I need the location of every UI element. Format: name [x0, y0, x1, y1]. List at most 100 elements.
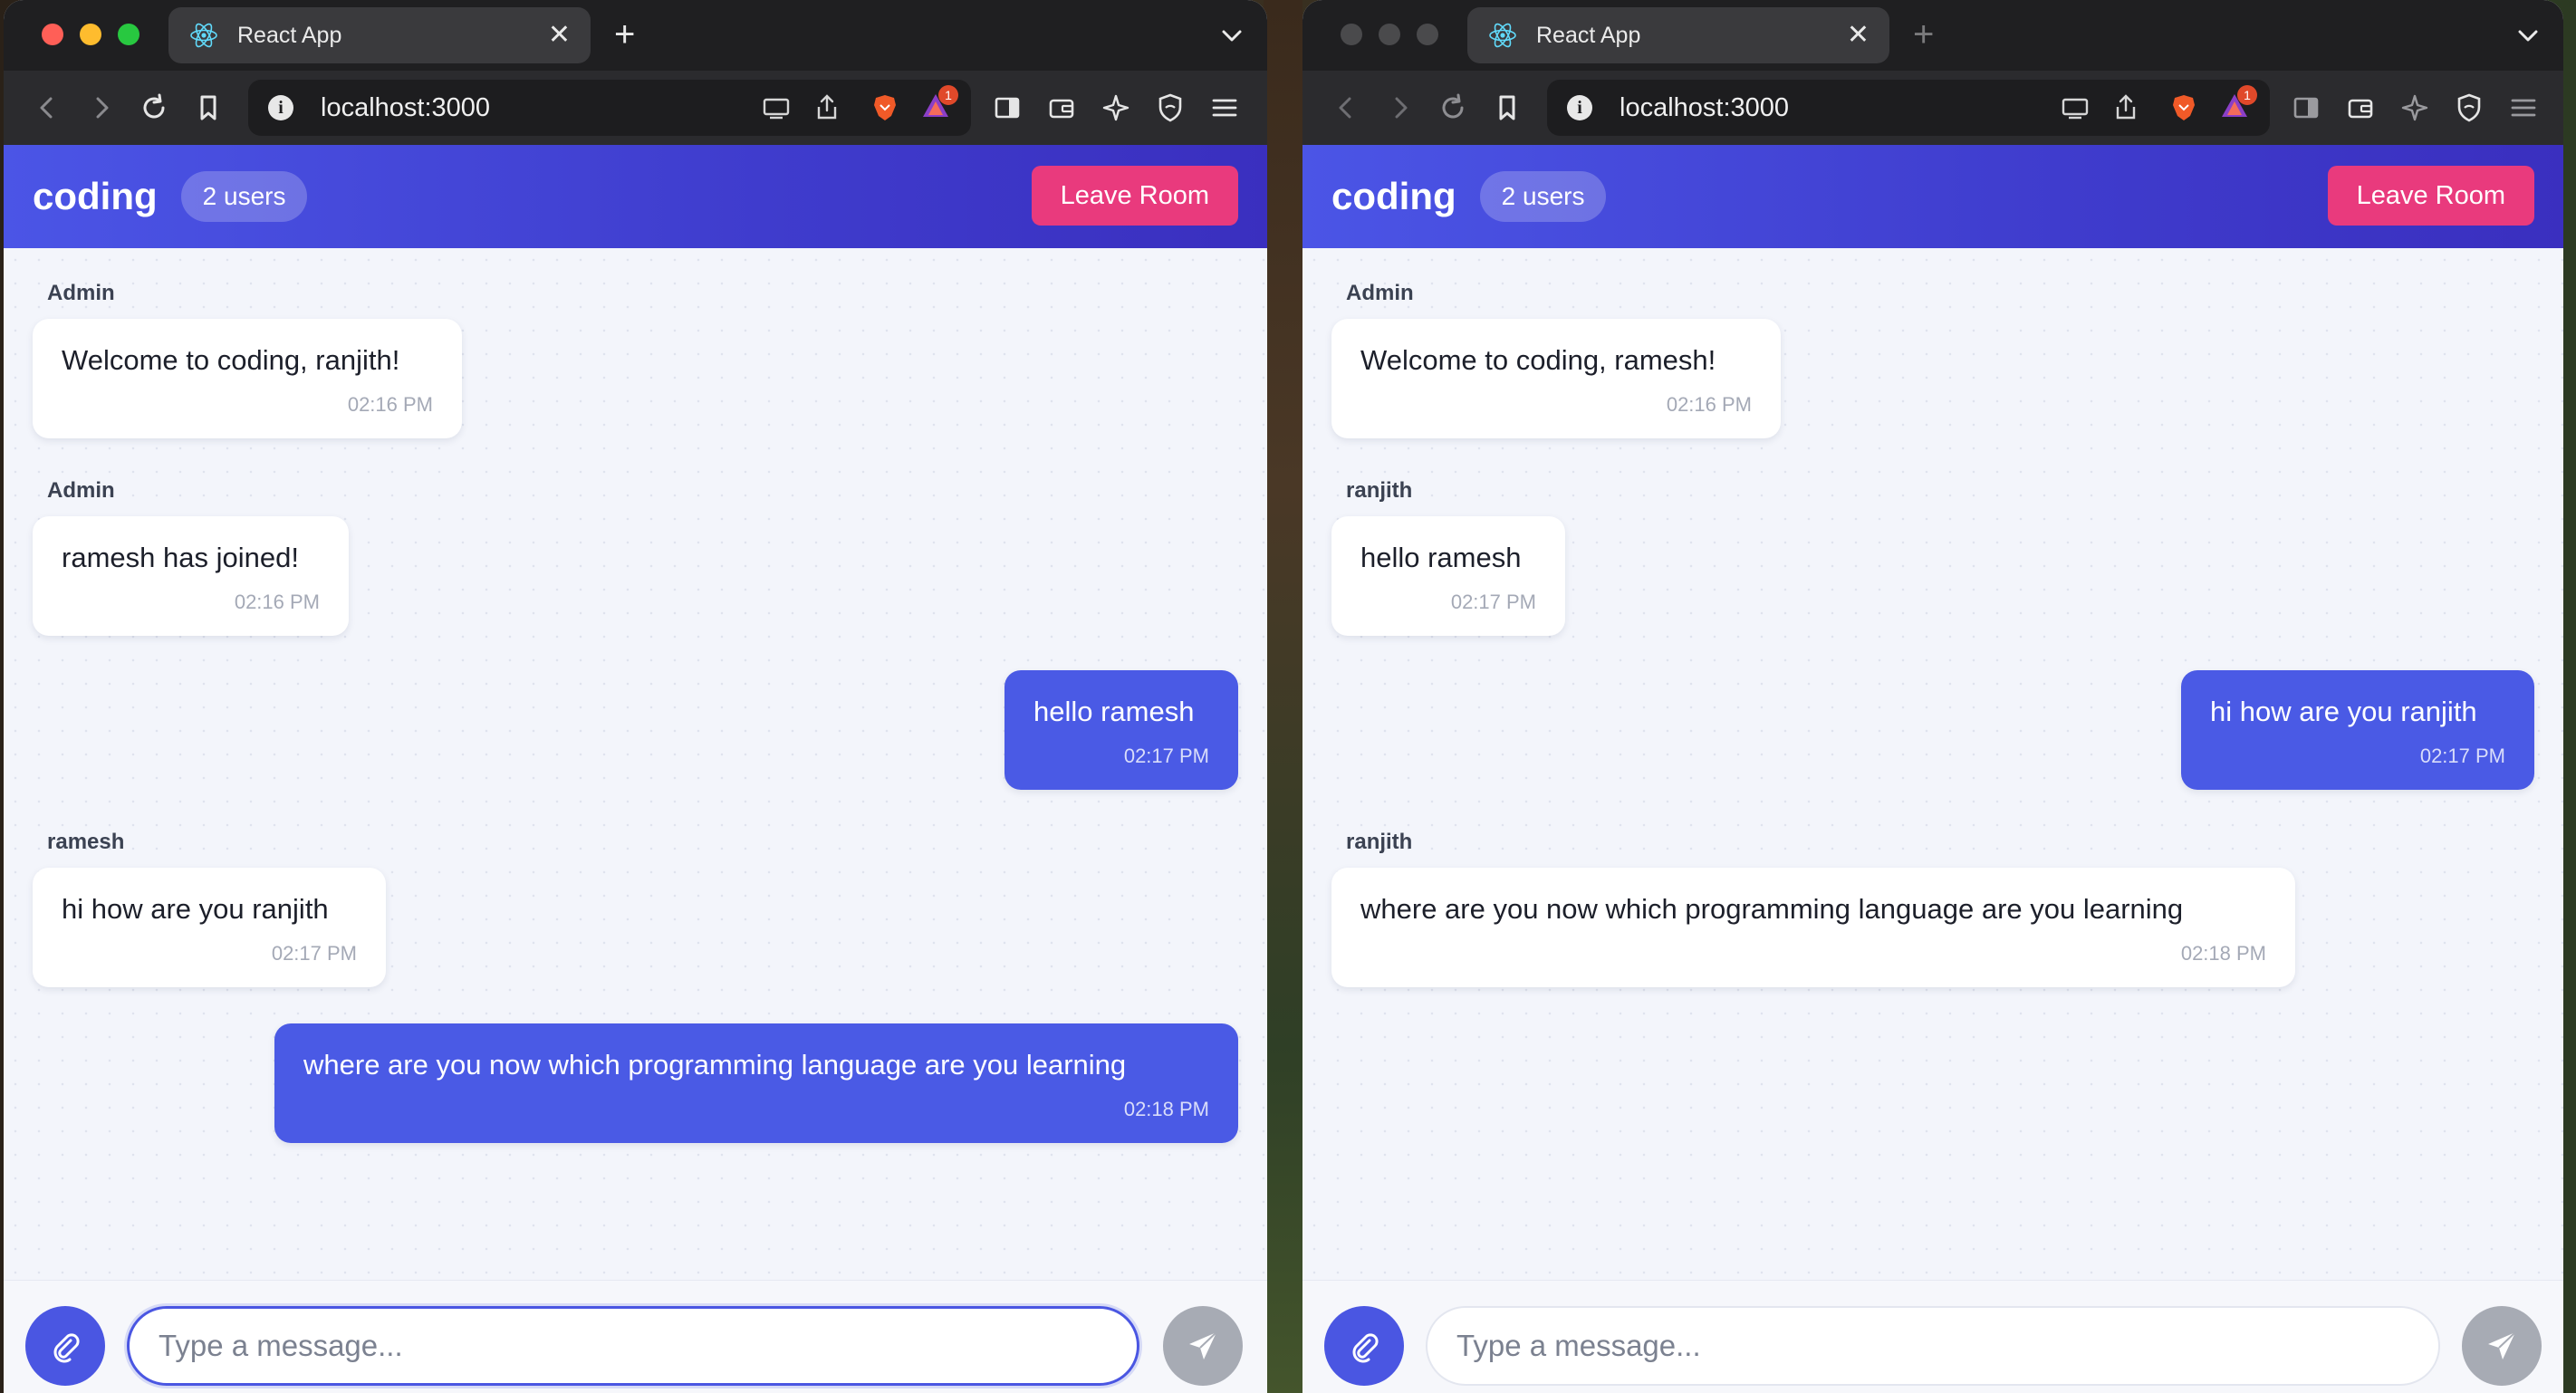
url-text: localhost:3000 [1620, 92, 1790, 122]
paperclip-icon [53, 1333, 80, 1363]
message-time: 02:17 PM [2419, 745, 2505, 767]
share-icon[interactable] [2110, 92, 2141, 123]
close-window-button[interactable] [1341, 24, 1362, 45]
message-item: Admin ramesh has joined! 02:16 PM [33, 478, 349, 636]
browser-toolbar: i localhost:3000 1 [1302, 71, 2563, 145]
leave-room-button[interactable]: Leave Room [2327, 166, 2534, 226]
site-info-icon[interactable]: i [268, 95, 293, 120]
paperclip-icon [1352, 1333, 1379, 1363]
sidebar-icon[interactable] [991, 91, 1024, 124]
message-text: Welcome to coding, ranjith! [62, 344, 400, 376]
message-sender: ramesh [47, 830, 125, 854]
tab-strip: React App ✕ + [1302, 0, 2563, 71]
desktop-background [1264, 0, 1302, 1393]
close-tab-icon[interactable]: ✕ [548, 22, 571, 49]
attach-button[interactable] [25, 1306, 105, 1386]
new-tab-icon[interactable]: + [614, 13, 635, 56]
forward-icon[interactable] [85, 91, 118, 124]
message-item: Admin Welcome to coding, ranjith! 02:16 … [33, 281, 462, 438]
cast-icon[interactable] [761, 92, 792, 123]
message-text: where are you now which programming lang… [1360, 893, 2184, 925]
message-text: Welcome to coding, ramesh! [1360, 344, 1716, 376]
cast-icon[interactable] [2060, 92, 2091, 123]
message-input[interactable] [127, 1306, 1139, 1386]
menu-icon[interactable] [1208, 91, 1241, 124]
rewards-button[interactable]: 1 [920, 84, 958, 126]
send-button[interactable] [2462, 1306, 2542, 1386]
close-window-button[interactable] [42, 24, 63, 45]
reload-icon[interactable] [1437, 91, 1469, 124]
share-icon[interactable] [812, 92, 842, 123]
message-item: ranjith hello ramesh 02:17 PM [1331, 478, 1565, 636]
message-item: ramesh hi how are you ranjith 02:17 PM [33, 830, 386, 987]
brave-shields-icon[interactable] [870, 92, 900, 123]
rewards-button[interactable]: 1 [2219, 84, 2257, 126]
message-item: Admin Welcome to coding, ramesh! 02:16 P… [1331, 281, 1781, 438]
brave-shields-icon[interactable] [2168, 92, 2199, 123]
bookmark-icon[interactable] [192, 91, 225, 124]
message-time: 02:17 PM [1123, 745, 1209, 767]
address-bar[interactable]: i localhost:3000 1 [248, 80, 971, 136]
message-bubble: hi how are you ranjith 02:17 PM [33, 868, 386, 987]
send-button[interactable] [1163, 1306, 1243, 1386]
tab-list-chevron-icon[interactable] [2513, 20, 2543, 51]
react-icon [1489, 23, 1516, 48]
message-time: 02:17 PM [1450, 591, 1536, 613]
tab-title: React App [237, 22, 342, 48]
message-item: where are you now which programming lang… [274, 1023, 1238, 1143]
site-info-icon[interactable]: i [1567, 95, 1592, 120]
tab-list-chevron-icon[interactable] [1216, 20, 1247, 51]
back-icon[interactable] [1330, 91, 1362, 124]
users-count-badge: 2 users [1479, 171, 1607, 222]
message-time: 02:17 PM [271, 942, 357, 965]
leo-ai-icon[interactable] [1100, 91, 1132, 124]
sidebar-icon[interactable] [2290, 91, 2322, 124]
url-text: localhost:3000 [321, 92, 491, 122]
tab-react-app[interactable]: React App ✕ [1467, 7, 1889, 63]
forward-icon[interactable] [1384, 91, 1417, 124]
reload-icon[interactable] [138, 91, 170, 124]
vpn-shield-icon[interactable] [1154, 91, 1187, 124]
minimize-window-button[interactable] [80, 24, 101, 45]
tab-strip: React App ✕ + [4, 0, 1267, 71]
message-bubble: where are you now which programming lang… [1331, 868, 2295, 987]
message-bubble: Welcome to coding, ramesh! 02:16 PM [1331, 319, 1781, 438]
message-sender: Admin [1346, 281, 1414, 305]
browser-toolbar: i localhost:3000 1 [4, 71, 1267, 145]
leave-room-button[interactable]: Leave Room [1031, 166, 1238, 226]
address-bar[interactable]: i localhost:3000 1 [1547, 80, 2270, 136]
message-input[interactable] [1426, 1306, 2440, 1386]
message-text: where are you now which programming lang… [303, 1049, 1127, 1081]
new-tab-icon[interactable]: + [1913, 13, 1934, 56]
back-icon[interactable] [31, 91, 63, 124]
maximize-window-button[interactable] [1417, 24, 1438, 45]
message-time: 02:16 PM [347, 393, 433, 416]
chat-header: coding 2 users Leave Room [4, 145, 1267, 248]
own-message-bubble: where are you now which programming lang… [274, 1023, 1238, 1143]
message-composer [1302, 1280, 2563, 1393]
tab-title: React App [1536, 22, 1641, 48]
message-time: 02:18 PM [1123, 1098, 1209, 1120]
bookmark-icon[interactable] [1491, 91, 1523, 124]
message-item: hello ramesh 02:17 PM [1004, 670, 1238, 790]
minimize-window-button[interactable] [1379, 24, 1400, 45]
message-sender: Admin [47, 281, 115, 305]
vpn-shield-icon[interactable] [2453, 91, 2485, 124]
message-time: 02:16 PM [234, 591, 320, 613]
rewards-badge: 1 [938, 84, 958, 105]
attach-button[interactable] [1324, 1306, 1404, 1386]
close-tab-icon[interactable]: ✕ [1847, 22, 1870, 49]
leo-ai-icon[interactable] [2398, 91, 2431, 124]
message-sender: ranjith [1346, 478, 1413, 503]
browser-window-right: React App ✕ + i localhost:3000 1 coding … [1302, 0, 2563, 1393]
maximize-window-button[interactable] [118, 24, 139, 45]
wallet-icon[interactable] [2344, 91, 2377, 124]
message-composer [4, 1280, 1267, 1393]
message-item: ranjith where are you now which programm… [1331, 830, 2295, 987]
message-time: 02:16 PM [1666, 393, 1752, 416]
tab-react-app[interactable]: React App ✕ [168, 7, 591, 63]
menu-icon[interactable] [2507, 91, 2540, 124]
send-icon [1189, 1331, 1217, 1359]
wallet-icon[interactable] [1045, 91, 1078, 124]
message-text: ramesh has joined! [62, 542, 299, 573]
